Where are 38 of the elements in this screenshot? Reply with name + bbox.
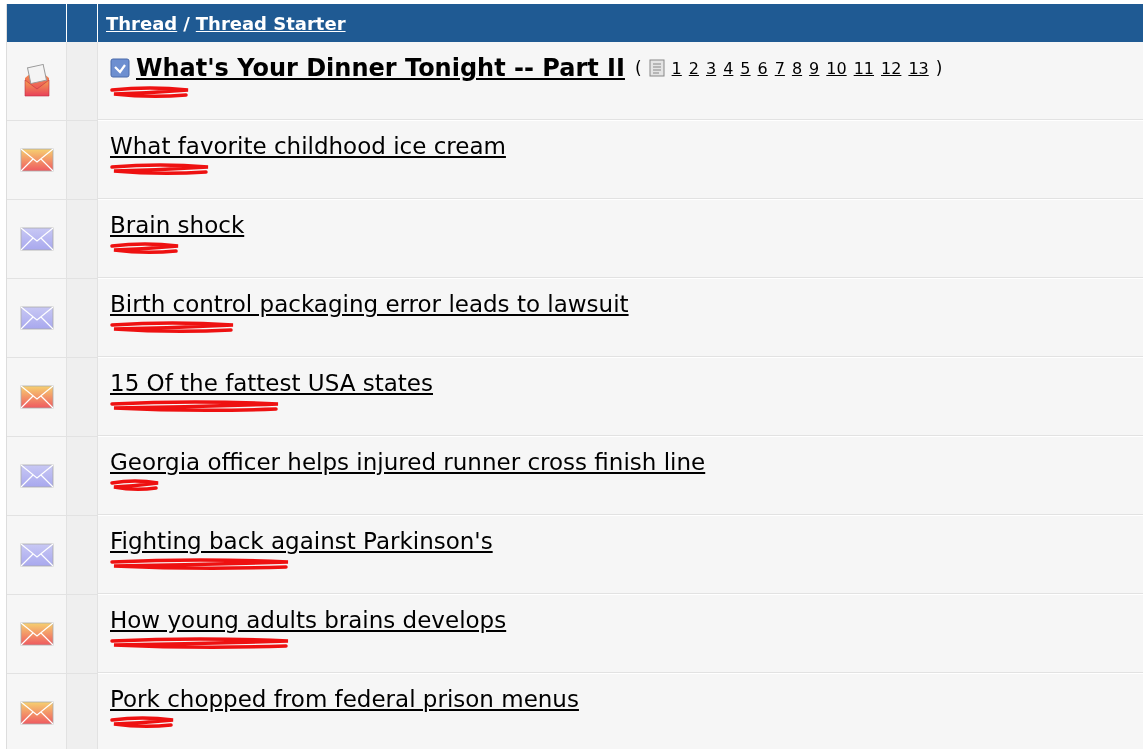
page-link[interactable]: 8 bbox=[791, 58, 803, 78]
envelope-icon bbox=[19, 622, 54, 646]
envelope-icon bbox=[19, 385, 54, 409]
thread-title-link[interactable]: Birth control packaging error leads to lawsuit bbox=[110, 291, 629, 317]
envelope-icon bbox=[19, 227, 54, 251]
thread-title-link[interactable]: What favorite childhood ice cream bbox=[110, 133, 506, 159]
thread-title-link[interactable]: Pork chopped from federal prison menus bbox=[110, 686, 579, 712]
thread-title-link[interactable]: How young adults brains develops bbox=[110, 607, 507, 633]
thread-title-link[interactable]: 15 Of the fattest USA states bbox=[110, 370, 433, 396]
envelope-icon bbox=[19, 306, 54, 330]
header-separator: / bbox=[183, 12, 190, 34]
thread-title-link[interactable]: Fighting back against Parkinson's bbox=[110, 528, 493, 554]
thread-sort-link[interactable]: Thread bbox=[106, 12, 178, 34]
thread-title-link[interactable]: Georgia officer helps injured runner cross finish line bbox=[110, 449, 706, 475]
page-link[interactable]: 12 bbox=[881, 58, 902, 78]
thread-title-link[interactable]: What's Your Dinner Tonight -- Part II bbox=[136, 54, 625, 82]
thread-title-link[interactable]: Brain shock bbox=[110, 212, 245, 238]
page-link[interactable]: 2 bbox=[688, 58, 699, 78]
envelope-icon bbox=[19, 148, 54, 172]
close-paren: ) bbox=[935, 58, 943, 78]
envelope-icon bbox=[19, 543, 54, 567]
page-link[interactable]: 11 bbox=[853, 58, 874, 78]
sticky-checkbox-icon bbox=[110, 58, 130, 78]
multipage-icon bbox=[648, 59, 665, 77]
page-link[interactable]: 6 bbox=[757, 58, 768, 78]
open-envelope-icon bbox=[21, 64, 52, 98]
page-link[interactable]: 3 bbox=[706, 58, 717, 78]
page-link[interactable]: 9 bbox=[809, 58, 820, 78]
page-link[interactable]: 7 bbox=[774, 58, 785, 78]
thread-starter-sort-link[interactable]: Thread Starter bbox=[195, 12, 346, 34]
page-link[interactable]: 1 bbox=[671, 58, 682, 78]
page-link[interactable]: 5 bbox=[740, 58, 751, 78]
page-link[interactable]: 4 bbox=[723, 58, 734, 78]
envelope-icon bbox=[19, 701, 54, 725]
page-link[interactable]: 13 bbox=[908, 58, 929, 78]
envelope-icon bbox=[19, 464, 54, 488]
open-paren: ( bbox=[634, 58, 642, 78]
page-link[interactable]: 10 bbox=[826, 58, 847, 78]
